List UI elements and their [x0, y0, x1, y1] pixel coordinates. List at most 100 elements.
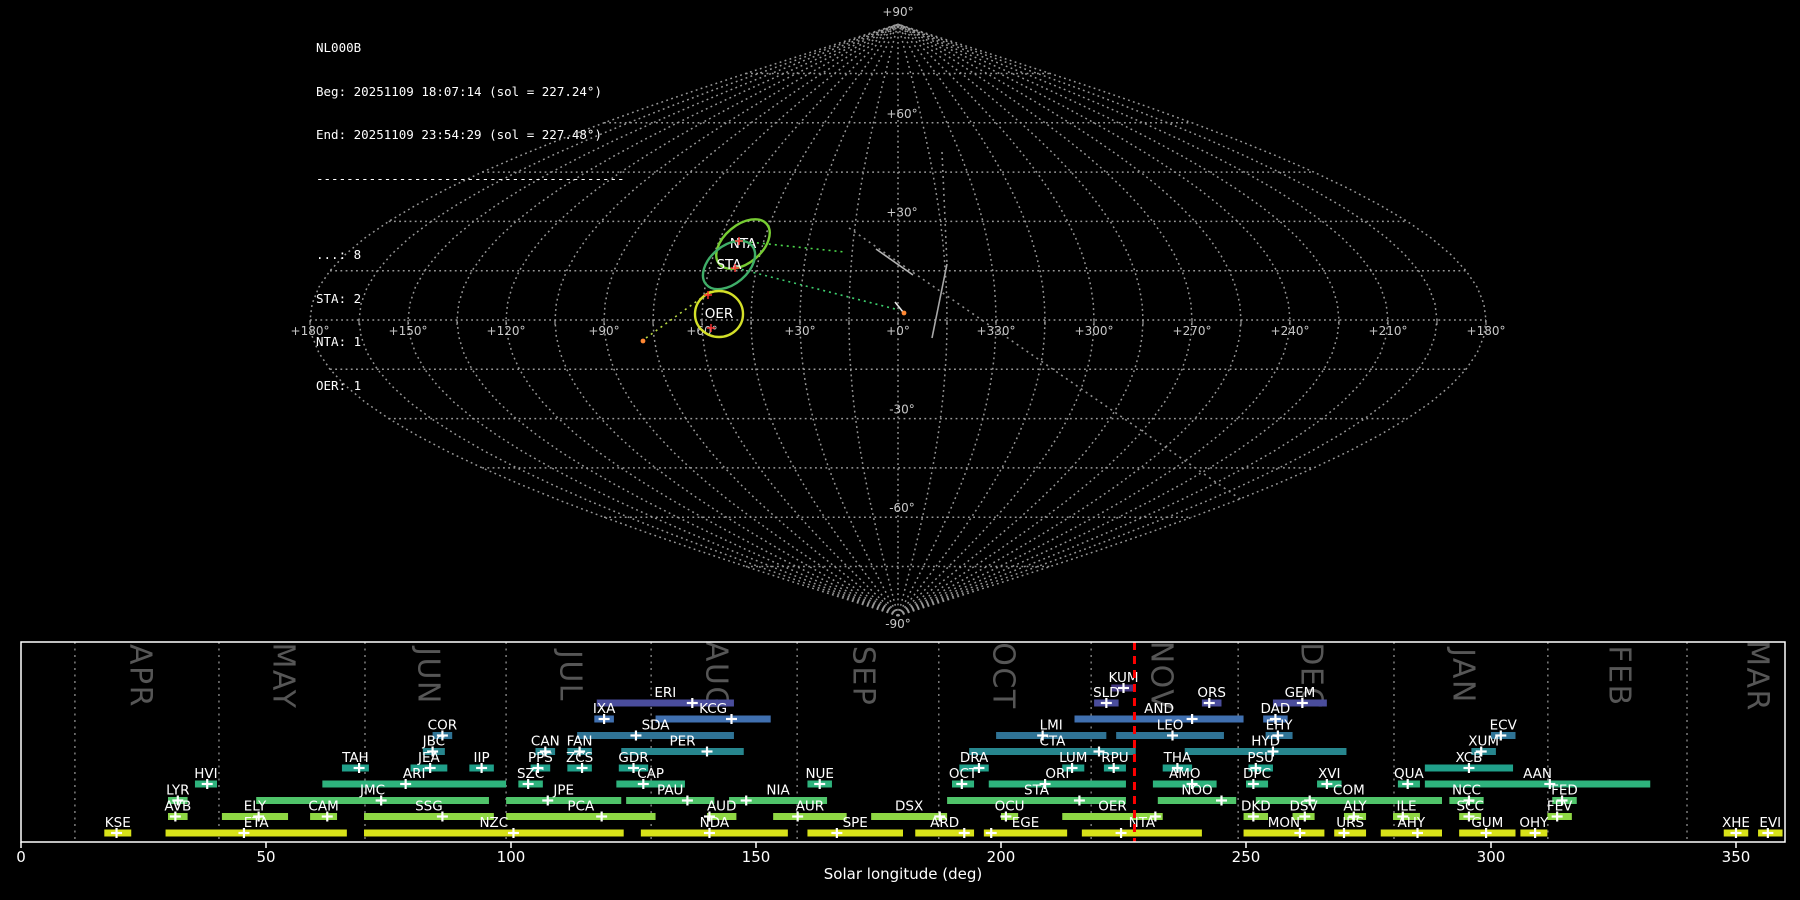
- shower-label: DPC: [1243, 766, 1271, 782]
- shower-label: SSG: [415, 799, 443, 815]
- shower-label: MON: [1268, 815, 1300, 831]
- shower-label: DKD: [1241, 799, 1271, 815]
- meteor-trail: [941, 151, 948, 265]
- shower-label: OCU: [995, 799, 1025, 815]
- shower-label: PSU: [1247, 750, 1274, 766]
- sky-lon-label: +0°: [886, 324, 910, 338]
- begin-time: Beg: 20251109 18:07:14 (sol = 227.24°): [316, 83, 602, 99]
- shower-label: AMO: [1169, 766, 1201, 782]
- shower-label: CAP: [637, 766, 664, 782]
- shower-label: LEO: [1157, 718, 1184, 734]
- shower-label: ALY: [1343, 799, 1367, 815]
- radiant-label: OER: [705, 306, 734, 322]
- month-label: APR: [123, 644, 158, 708]
- count-nta: NTA: 1: [316, 334, 362, 349]
- shower-label: NIA: [766, 783, 790, 799]
- shower-label: XVI: [1318, 766, 1340, 782]
- count-oer: OER: 1: [316, 377, 362, 393]
- shower-label: OER: [1098, 799, 1127, 815]
- month-label: OCT: [985, 642, 1020, 709]
- shower-label: EHY: [1266, 718, 1294, 734]
- shower-label: NZC: [479, 815, 508, 831]
- x-axis-title: Solar longitude (deg): [824, 865, 982, 883]
- sky-lon-label: +270°: [1173, 324, 1212, 338]
- legend-gap: [316, 215, 625, 219]
- radiant-label: STA: [716, 257, 742, 273]
- end-time: End: 20251109 23:54:29 (sol = 227.48°): [316, 127, 602, 142]
- shower-label: PER: [669, 734, 695, 750]
- meteor-trail: [735, 267, 900, 311]
- legend-separator: ----------------------------------------…: [316, 170, 625, 186]
- meteor-trail: [894, 301, 904, 313]
- shower-label: FED: [1551, 783, 1578, 799]
- sky-lat-label: -30°: [889, 403, 915, 417]
- shower-label: ARD: [930, 815, 959, 831]
- shower-label: NOO: [1181, 783, 1212, 799]
- shower-label: ORS: [1197, 685, 1226, 701]
- shower-label: ETA: [244, 815, 270, 831]
- x-tick-label: 350: [1722, 848, 1751, 866]
- month-label: SEP: [845, 646, 880, 707]
- trail-end-dot: [901, 310, 907, 316]
- trail-end-dot: [640, 338, 646, 344]
- month-label: JAN: [1446, 646, 1481, 704]
- shower-label: DSX: [895, 799, 923, 815]
- sky-pole-label: -90°: [885, 617, 911, 631]
- shower-label: CTA: [1040, 734, 1067, 750]
- shower-label: COM: [1333, 783, 1365, 799]
- month-label: FEB: [1601, 645, 1636, 706]
- sky-lon-label: +300°: [1075, 324, 1114, 338]
- shower-label: AUD: [707, 799, 737, 815]
- shower-label: JEA: [417, 750, 441, 766]
- radiant-label: NTA: [730, 236, 757, 252]
- shower-label: XUM: [1468, 734, 1499, 750]
- count-sporadic: ...: 8: [316, 247, 362, 262]
- shower-label: SCC: [1456, 799, 1483, 815]
- shower-label: QUA: [1394, 766, 1425, 782]
- shower-label: PCA: [567, 799, 595, 815]
- shower-label: URS: [1336, 815, 1364, 831]
- observation-legend: NL000B Beg: 20251109 18:07:14 (sol = 227…: [316, 12, 625, 422]
- shower-label: AHY: [1398, 815, 1426, 831]
- activity-chart: APR MAY JUN JUL AUG SEP OCT NOV DEC JAN FEB MARKUME…: [16, 640, 1786, 883]
- shower-label: HYD: [1251, 734, 1280, 750]
- shower-label: DRA: [960, 750, 989, 766]
- shower-label: AUR: [796, 799, 825, 815]
- shower-label: ELY: [244, 799, 267, 815]
- shower-label: RPU: [1101, 750, 1128, 766]
- sky-lon-label: +210°: [1369, 324, 1408, 338]
- month-label: JUL: [552, 648, 587, 702]
- sky-lat-label: +30°: [886, 205, 917, 219]
- sky-lon-label: +180°: [1467, 324, 1506, 338]
- x-tick-label: 50: [256, 848, 275, 866]
- shower-label: AVB: [164, 799, 191, 815]
- x-tick-label: 250: [1232, 848, 1261, 866]
- month-label: MAR: [1740, 640, 1775, 712]
- x-tick-label: 150: [742, 848, 771, 866]
- shower-label: PPS: [528, 750, 553, 766]
- shower-label: ILE: [1396, 799, 1416, 815]
- x-tick-label: 0: [16, 848, 26, 866]
- sky-lat-label: +60°: [886, 107, 917, 121]
- shower-label: LUM: [1059, 750, 1087, 766]
- shower-label: FEV: [1547, 799, 1573, 815]
- shower-label: NDA: [700, 815, 730, 831]
- x-tick-label: 100: [497, 848, 526, 866]
- month-label: JUN: [411, 645, 446, 705]
- shower-label: PAU: [657, 783, 683, 799]
- shower-label: CAM: [308, 799, 338, 815]
- shower-label: TAH: [341, 750, 369, 766]
- shower-label: NTA: [1129, 815, 1156, 831]
- shower-label: AND: [1144, 701, 1174, 717]
- shower-label: ECV: [1490, 718, 1518, 734]
- shower-label: GEM: [1285, 685, 1316, 701]
- count-sta: STA: 2: [316, 290, 362, 306]
- sky-lat-label: -60°: [889, 501, 915, 515]
- shower-label: JPE: [552, 783, 574, 799]
- shower-label: SDA: [642, 718, 671, 734]
- shower-label: ZCS: [566, 750, 593, 766]
- shower-label: STA: [1024, 783, 1050, 799]
- shower-label: EVI: [1759, 815, 1781, 831]
- x-tick-label: 300: [1477, 848, 1506, 866]
- meteor-trail: [931, 263, 948, 339]
